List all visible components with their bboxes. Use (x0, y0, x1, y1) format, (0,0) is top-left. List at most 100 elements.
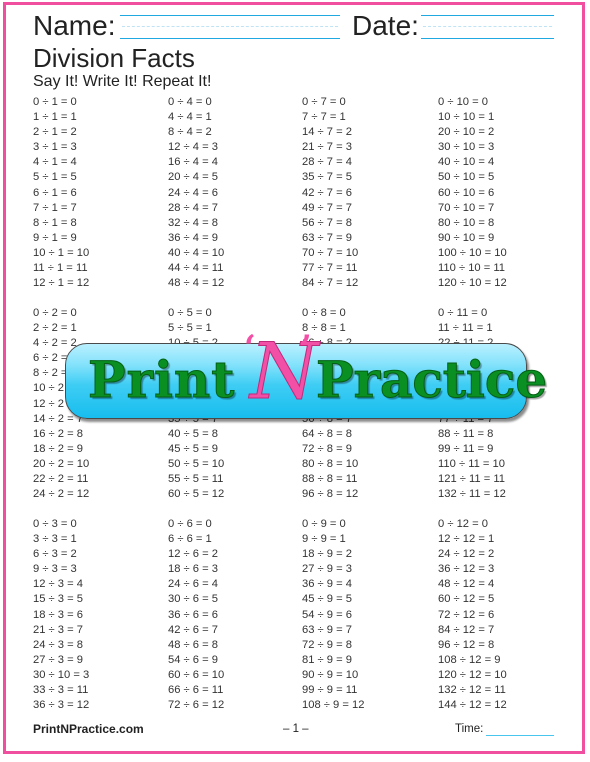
division-fact: 27 ÷ 9 = 3 (302, 563, 352, 576)
division-fact: 63 ÷ 9 = 7 (302, 623, 352, 636)
division-fact: 72 ÷ 6 = 12 (168, 699, 225, 712)
division-fact: 48 ÷ 12 = 4 (438, 578, 495, 591)
division-fact: 50 ÷ 5 = 10 (168, 457, 225, 470)
fact-column: 0 ÷ 7 = 0 7 ÷ 7 = 1 14 ÷ 7 = 2 21 ÷ 7 = 3 28… (302, 95, 358, 291)
footer-page-number: – 1 – (283, 723, 309, 735)
division-fact: 2 ÷ 1 = 2 (33, 126, 77, 139)
fact-column: 0 ÷ 12 = 0 12 ÷ 12 = 1 24 ÷ 12 = 2 36 ÷ 12 … (438, 517, 507, 713)
fact-column: 0 ÷ 4 = 0 4 ÷ 4 = 1 8 ÷ 4 = 2 12 ÷ 4 = 3 16 … (168, 95, 224, 291)
division-fact: 40 ÷ 10 = 4 (438, 156, 495, 169)
division-fact: 84 ÷ 12 = 7 (438, 623, 495, 636)
division-fact: 1 ÷ 1 = 1 (33, 111, 77, 124)
division-fact: 18 ÷ 2 = 9 (33, 442, 83, 455)
division-fact: 108 ÷ 9 = 12 (302, 699, 365, 712)
division-fact: 0 ÷ 3 = 0 (33, 518, 77, 530)
division-fact: 84 ÷ 7 = 12 (302, 277, 359, 290)
division-fact: 120 ÷ 12 = 10 (438, 668, 507, 681)
division-fact: 0 ÷ 4 = 0 (168, 96, 212, 108)
footer-site: PrintNPractice.com (33, 722, 144, 736)
division-fact: 49 ÷ 7 = 7 (302, 201, 352, 214)
division-fact: 21 ÷ 7 = 3 (302, 141, 352, 154)
division-fact: 99 ÷ 11 = 9 (438, 442, 494, 455)
division-fact: 12 ÷ 6 = 2 (168, 548, 218, 561)
division-fact: 96 ÷ 8 = 12 (302, 488, 359, 501)
division-fact: 27 ÷ 3 = 9 (33, 653, 83, 666)
division-fact: 64 ÷ 8 = 8 (302, 427, 352, 440)
division-fact: 4 ÷ 1 = 4 (33, 156, 77, 169)
division-fact: 2 ÷ 2 = 1 (33, 322, 77, 335)
division-fact: 80 ÷ 10 = 8 (438, 216, 495, 229)
division-fact: 42 ÷ 6 = 7 (168, 623, 218, 636)
date-input-line[interactable] (421, 15, 554, 39)
division-fact: 96 ÷ 12 = 8 (438, 638, 495, 651)
division-fact: 20 ÷ 4 = 5 (168, 171, 218, 184)
division-fact: 20 ÷ 2 = 10 (33, 457, 90, 470)
division-fact: 5 ÷ 5 = 1 (168, 322, 212, 335)
division-fact: 24 ÷ 3 = 8 (33, 638, 83, 651)
division-fact: 33 ÷ 3 = 11 (33, 684, 89, 697)
watermark-practice: Practice (315, 350, 548, 410)
division-fact: 40 ÷ 5 = 8 (168, 427, 218, 440)
division-fact: 88 ÷ 8 = 11 (302, 473, 358, 486)
fact-column: 0 ÷ 3 = 0 3 ÷ 3 = 1 6 ÷ 3 = 2 9 ÷ 3 = 3 12 ÷… (33, 517, 89, 713)
division-fact: 60 ÷ 6 = 10 (168, 668, 225, 681)
division-fact: 12 ÷ 3 = 4 (33, 578, 83, 591)
fact-column: 0 ÷ 6 = 0 6 ÷ 6 = 1 12 ÷ 6 = 2 18 ÷ 6 = 3 24… (168, 517, 224, 713)
name-input-line[interactable] (120, 15, 340, 39)
division-fact: 10 ÷ 10 = 1 (438, 111, 495, 124)
division-fact: 45 ÷ 9 = 5 (302, 593, 352, 606)
division-fact: 30 ÷ 6 = 5 (168, 593, 218, 606)
division-fact: 3 ÷ 3 = 1 (33, 533, 77, 546)
division-fact: 88 ÷ 11 = 8 (438, 427, 494, 440)
division-fact: 24 ÷ 6 = 4 (168, 578, 218, 591)
division-fact: 9 ÷ 3 = 3 (33, 563, 77, 576)
division-fact: 54 ÷ 9 = 6 (302, 608, 352, 621)
division-fact: 18 ÷ 9 = 2 (302, 548, 352, 561)
division-fact: 60 ÷ 5 = 12 (168, 488, 225, 501)
division-fact: 0 ÷ 8 = 0 (302, 307, 346, 319)
division-fact: 15 ÷ 3 = 5 (33, 593, 83, 606)
division-fact: 110 ÷ 10 = 11 (438, 262, 505, 275)
division-fact: 6 ÷ 6 = 1 (168, 533, 212, 546)
date-label: Date: (352, 10, 419, 41)
division-fact: 11 ÷ 1 = 11 (33, 262, 88, 275)
division-fact: 70 ÷ 7 = 10 (302, 246, 359, 259)
division-fact: 11 ÷ 11 = 1 (438, 322, 493, 335)
division-fact: 28 ÷ 4 = 7 (168, 201, 218, 214)
division-fact: 110 ÷ 11 = 10 (438, 457, 505, 470)
division-fact: 42 ÷ 7 = 6 (302, 186, 352, 199)
division-fact: 72 ÷ 12 = 6 (438, 608, 495, 621)
fact-column: 0 ÷ 1 = 0 1 ÷ 1 = 1 2 ÷ 1 = 2 3 ÷ 1 = 3 4 ÷ … (33, 95, 89, 291)
division-fact: 9 ÷ 9 = 1 (302, 533, 346, 546)
division-fact: 9 ÷ 1 = 9 (33, 231, 77, 244)
name-label: Name: (33, 10, 116, 41)
division-fact: 63 ÷ 7 = 9 (302, 231, 352, 244)
division-fact: 60 ÷ 12 = 5 (438, 593, 495, 606)
division-fact: 8 ÷ 4 = 2 (168, 126, 212, 139)
division-fact: 56 ÷ 7 = 8 (302, 216, 352, 229)
division-fact: 0 ÷ 11 = 0 (438, 307, 488, 319)
division-fact: 12 ÷ 1 = 12 (33, 277, 90, 290)
division-fact: 36 ÷ 4 = 9 (168, 231, 218, 244)
division-fact: 32 ÷ 4 = 8 (168, 216, 218, 229)
division-fact: 72 ÷ 8 = 9 (302, 442, 352, 455)
division-fact: 0 ÷ 1 = 0 (33, 96, 77, 108)
division-fact: 60 ÷ 10 = 6 (438, 186, 495, 199)
time-input-line[interactable] (486, 735, 554, 736)
watermark-logo: Print ‘ N ’ Practice (66, 327, 547, 418)
division-fact: 30 ÷ 10 = 3 (438, 141, 495, 154)
division-fact: 66 ÷ 6 = 11 (168, 684, 224, 697)
division-fact: 48 ÷ 6 = 8 (168, 638, 218, 651)
fact-column: 0 ÷ 9 = 0 9 ÷ 9 = 1 18 ÷ 9 = 2 27 ÷ 9 = 3 36… (302, 517, 364, 713)
division-fact: 35 ÷ 7 = 5 (302, 171, 352, 184)
division-fact: 81 ÷ 9 = 9 (302, 653, 352, 666)
watermark-quote-close: ’ (300, 328, 312, 368)
watermark-print: Print (87, 350, 236, 410)
division-fact: 90 ÷ 10 = 9 (438, 231, 495, 244)
division-fact: 0 ÷ 7 = 0 (302, 96, 346, 108)
division-fact: 55 ÷ 5 = 11 (168, 473, 224, 486)
division-fact: 36 ÷ 9 = 4 (302, 578, 352, 591)
division-fact: 6 ÷ 3 = 2 (33, 548, 77, 561)
division-fact: 108 ÷ 12 = 9 (438, 653, 501, 666)
division-fact: 144 ÷ 12 = 12 (438, 699, 507, 712)
